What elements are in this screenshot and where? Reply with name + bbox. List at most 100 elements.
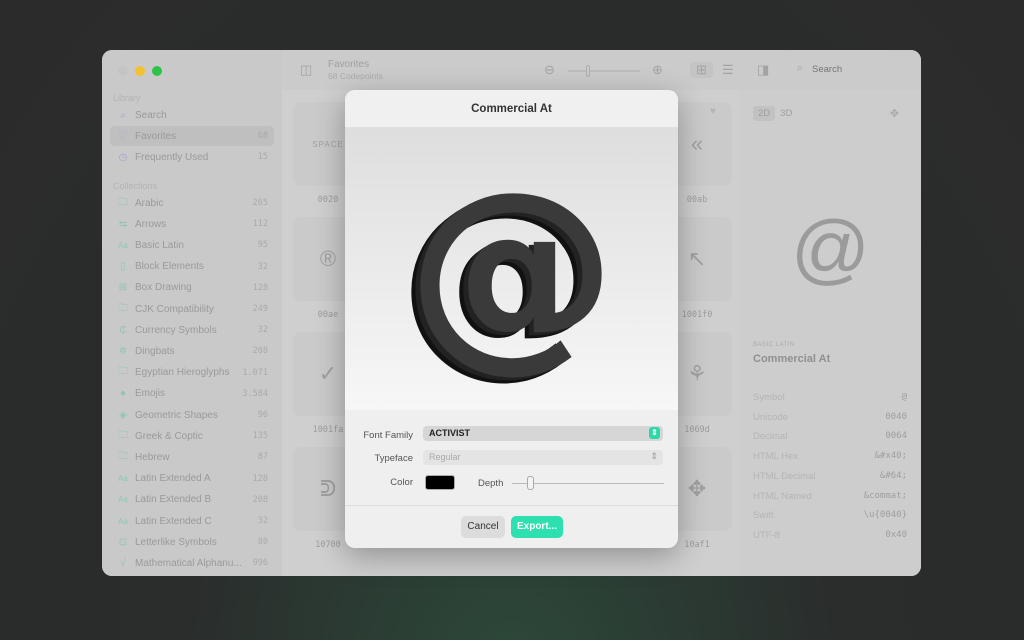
item-count: 208 [252,346,268,357]
cancel-button[interactable]: Cancel [461,516,505,538]
Aa-icon: Aa [118,516,128,526]
toolbar-subtitle: 68 Codepoints [328,71,383,81]
info-key: Symbol [753,392,785,403]
typeface-select[interactable]: Regular ⇕ [423,450,663,465]
toolbar-title: Favorites [328,59,370,70]
color-well[interactable] [425,475,455,490]
item-count: 249 [252,304,268,314]
info-value[interactable]: @ [902,392,907,403]
sidebar-toggle-icon[interactable]: ◫ [300,62,312,78]
item-count: 80 [257,537,268,548]
inspector-panel: 2D 3D ✥ @ BASIC LATIN Commercial At Symb… [740,90,921,576]
sidebar-item-label: CJK Compatibility [135,303,214,315]
color-label: Color [390,477,413,488]
mode-3d-button[interactable]: 3D [775,106,797,121]
sidebar: Library ⌕ Search ♡ Favorites 68 ◷ Frequently U… [102,50,282,576]
glyph-3d: @ [406,146,617,391]
depth-slider[interactable] [512,476,664,490]
glyph: ⚘ [687,361,707,386]
close-button[interactable] [118,66,128,76]
sidebar-item-box-drawing[interactable]: ⊞ Box Drawing 128 [110,278,274,298]
minimize-button[interactable] [135,66,145,76]
sidebar-item-block-elements[interactable]: ▯ Block Elements 32 [110,257,274,277]
sidebar-item-frequently-used[interactable]: ◷ Frequently Used 15 [110,147,274,167]
window-controls [118,66,162,76]
font-family-label: Font Family [363,430,413,441]
sidebar-item-label: Mathematical Alphanu... [135,557,242,569]
item-count: 135 [252,431,268,442]
item-count: 3.584 [242,388,268,399]
item-count: 32 [257,325,268,336]
info-row: Symbol @ [753,392,907,403]
glyph: ✥ [687,476,707,501]
sidebar-item-label: Frequently Used [135,151,209,163]
sidebar-item-label: Emojis [135,388,166,400]
info-row: HTML Decimal &#64; [753,471,907,482]
zoom-button[interactable] [152,66,162,76]
glyph-preview: @ [790,204,871,292]
item-count: 95 [257,240,268,251]
box-icon: ⊞ [118,282,128,294]
info-row: HTML Hex &#x40; [753,451,907,462]
folder-icon: 🗀 [118,429,128,441]
item-count: 112 [252,219,268,230]
sidebar-item-cjk-compatibility[interactable]: 🗀 CJK Compatibility 249 [110,299,274,319]
sidebar-item-label: Currency Symbols [135,324,217,336]
export-button[interactable]: Export... [511,516,563,538]
mode-2d-button[interactable]: 2D [753,106,776,121]
sidebar-item-favorites[interactable]: ♡ Favorites 68 [110,126,274,146]
sidebar-item-basic-latin[interactable]: Aa Basic Latin 95 [110,235,274,255]
chevron-updown-icon: ⇕ [650,451,658,461]
typeface-label: Typeface [374,453,413,464]
inspector-toggle-icon[interactable]: ◨ [757,62,769,78]
depth-label: Depth [478,478,504,489]
info-value[interactable]: &#x40; [874,451,907,462]
mode-toggle: 2D 3D [753,106,797,121]
sidebar-item-label: Latin Extended B [135,494,212,506]
info-key: Swift [753,510,774,522]
sidebar-item-currency-symbols[interactable]: ₵ Currency Symbols 32 [110,320,274,340]
3d-preview[interactable]: @ [345,128,678,410]
info-row: Decimal 0064 [753,431,907,442]
sidebar-item-latin-extended-c[interactable]: Aa Latin Extended C 32 [110,511,274,531]
search-icon: ⌕ [120,109,126,121]
font-family-select[interactable]: ACTIVIST ⇕ [423,426,663,441]
info-value[interactable]: 0040 [885,412,907,423]
sidebar-item-hebrew[interactable]: 🗀 Hebrew 87 [110,447,274,467]
info-value[interactable]: &commat; [864,491,907,502]
sidebar-item-greek-coptic[interactable]: 🗀 Greek & Coptic 135 [110,426,274,446]
zoom-slider[interactable] [568,65,640,77]
search-input[interactable] [812,64,902,75]
sidebar-item-arabic[interactable]: 🗀 Arabic 265 [110,193,274,213]
sidebar-item-search[interactable]: ⌕ Search [110,105,274,125]
zoom-in-icon[interactable]: ⊕ [652,62,663,78]
sidebar-item-label: Favorites [135,130,177,142]
sidebar-item-letterlike-symbols[interactable]: ⊡ Letterlike Symbols 80 [110,532,274,552]
item-count: 15 [257,152,268,162]
info-value[interactable]: \u{0040} [864,510,907,521]
export-dialog: Commercial At @ Font Family ACTIVIST ⇕ Ty… [345,90,678,548]
toolbar: ◫ Favorites 68 Codepoints ⊖ ⊕ ⊞ ☰ ◨ ⌕ [282,50,921,90]
grid-view-icon[interactable]: ⊞ [690,62,713,78]
sidebar-item-arrows[interactable]: ⇆ Arrows 112 [110,214,274,234]
sidebar-item-label: Dingbats [135,345,175,357]
sidebar-item-latin-extended-b[interactable]: Aa Latin Extended B 208 [110,490,274,510]
sidebar-item-geometric-shapes[interactable]: ◈ Geometric Shapes 96 [110,405,274,425]
item-count: 208 [252,494,268,505]
sidebar-item-label: Arabic [135,197,164,209]
list-view-icon[interactable]: ☰ [722,62,734,78]
sidebar-item-mathematical-alphanu-[interactable]: √ Mathematical Alphanu... 996 [110,553,274,573]
info-value[interactable]: &#64; [880,471,907,482]
sidebar-item-emojis[interactable]: ● Emojis 3.584 [110,384,274,404]
item-count: 32 [257,516,268,526]
sidebar-item-dingbats[interactable]: ✲ Dingbats 208 [110,341,274,361]
sidebar-item-egyptian-hieroglyphs[interactable]: 🗀 Egyptian Hieroglyphs 1.071 [110,363,274,383]
zoom-out-icon[interactable]: ⊖ [544,62,555,78]
sidebar-item-latin-extended-a[interactable]: Aa Latin Extended A 128 [110,469,274,489]
info-value[interactable]: 0x40 [885,530,907,541]
Aa-icon: Aa [118,495,128,505]
favorite-heart-icon[interactable]: ♥ [710,106,716,117]
info-value[interactable]: 0064 [885,431,907,442]
item-count: 128 [252,473,268,484]
settings-icon[interactable]: ✥ [890,107,899,120]
